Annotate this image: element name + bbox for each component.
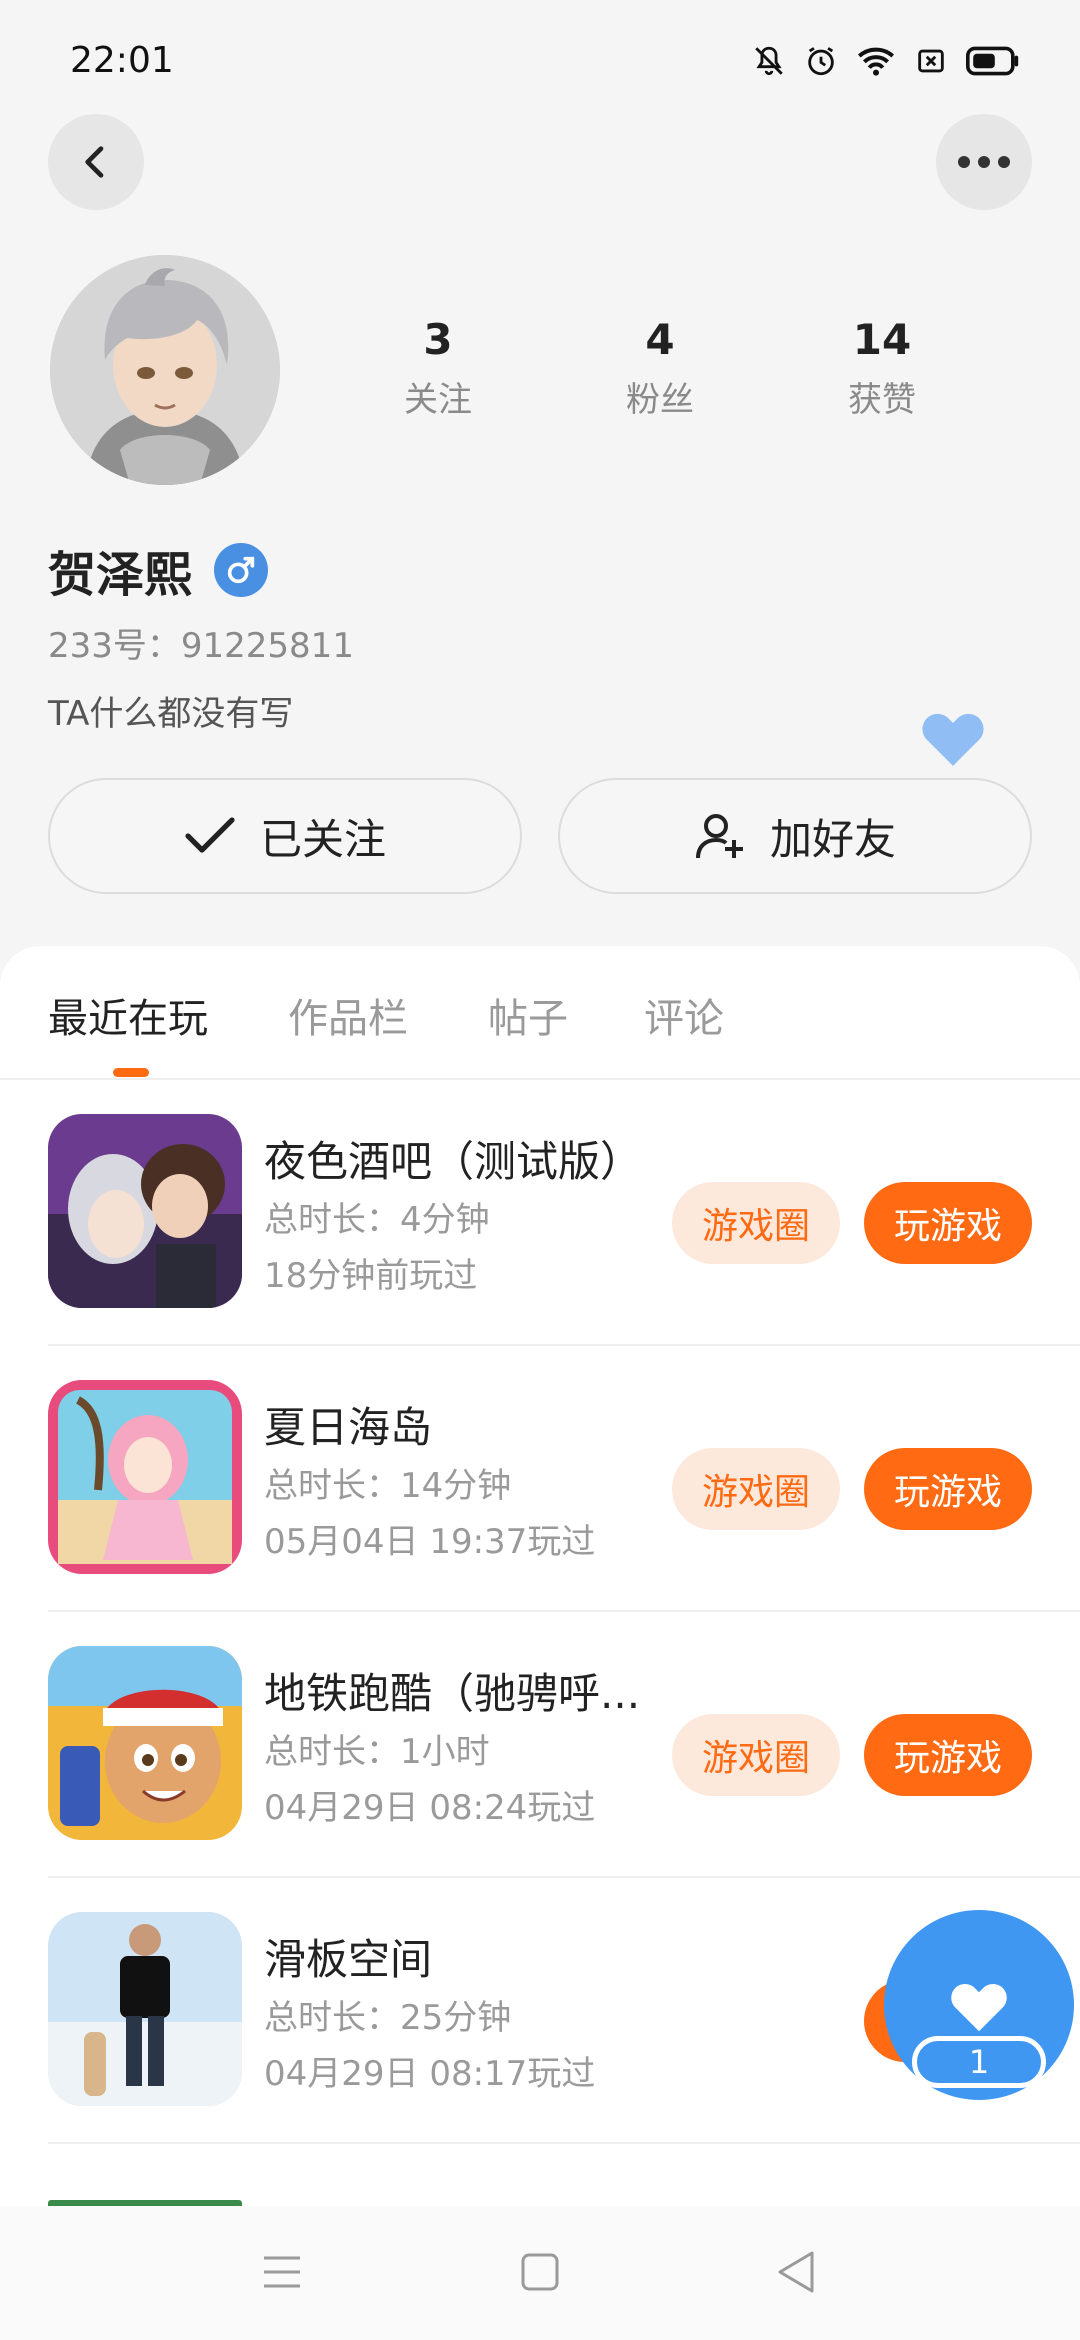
play-game-button[interactable]: 玩游戏 [864, 1448, 1032, 1530]
followed-button[interactable]: 已关注 [48, 778, 522, 894]
floating-heart-icon [920, 708, 986, 770]
tab-works[interactable]: 作品栏 [288, 986, 408, 1044]
back-button[interactable] [48, 114, 144, 210]
avatar[interactable] [50, 255, 280, 485]
game-circle-button[interactable]: 游戏圈 [672, 1448, 840, 1530]
battery-icon [966, 46, 1019, 76]
checkmark-icon [185, 817, 235, 853]
game-duration: 总时长：14分钟 [264, 1466, 512, 1506]
male-gender-icon [214, 543, 269, 597]
avatar-image [50, 255, 280, 485]
back-arrow-icon [85, 146, 104, 178]
system-nav-bar [0, 2206, 1080, 2340]
stat-label: 粉丝 [626, 380, 694, 420]
menu-icon[interactable] [262, 2254, 302, 2290]
nickname: 贺泽熙 [48, 547, 193, 603]
more-dots-icon [958, 156, 1010, 168]
list-item[interactable]: 夏日海岛 总时长：14分钟 05月04日 19:37玩过 游戏圈 玩游戏 [48, 1346, 1080, 1612]
game-duration: 总时长：25分钟 [264, 1998, 512, 2038]
home-icon[interactable] [520, 2252, 560, 2292]
sim-icon [918, 49, 944, 73]
list-item[interactable]: 地铁跑酷（驰骋呼... 总时长：1小时 04月29日 08:24玩过 游戏圈 玩… [48, 1612, 1080, 1878]
game-title: 夜色酒吧（测试版） [264, 1137, 643, 1186]
stat-likes[interactable]: 14 获赞 [802, 315, 962, 421]
wifi-icon [858, 47, 894, 76]
status-icons [752, 44, 1020, 78]
game-icon-subway-surfers[interactable] [48, 1646, 242, 1840]
game-title: 地铁跑酷（驰骋呼... [264, 1669, 641, 1718]
status-time: 22:01 [70, 40, 174, 81]
game-last-played: 04月29日 08:24玩过 [264, 1788, 596, 1828]
list-item[interactable]: 夜色酒吧（测试版） 总时长：4分钟 18分钟前玩过 游戏圈 玩游戏 [48, 1080, 1080, 1346]
game-icon-summer-island[interactable] [48, 1380, 242, 1574]
tab-recent-play[interactable]: 最近在玩 [48, 986, 208, 1044]
tab-comments[interactable]: 评论 [644, 986, 724, 1044]
profile-name-row: 贺泽熙 [48, 535, 269, 605]
add-person-icon [695, 814, 743, 859]
game-icon-nightbar[interactable] [48, 1114, 242, 1308]
more-button[interactable] [936, 114, 1032, 210]
play-game-button[interactable]: 玩游戏 [864, 1182, 1032, 1264]
game-circle-button[interactable]: 游戏圈 [672, 1182, 840, 1264]
game-last-played: 18分钟前玩过 [264, 1256, 478, 1296]
stat-label: 关注 [404, 380, 472, 420]
add-friend-label: 加好友 [769, 814, 896, 864]
game-title: 夏日海岛 [264, 1403, 433, 1452]
mute-bell-icon [755, 46, 783, 76]
game-last-played: 05月04日 19:37玩过 [264, 1522, 596, 1562]
tab-indicator [113, 1068, 149, 1077]
alarm-icon [808, 47, 834, 76]
tab-bar: 最近在玩 作品栏 帖子 评论 [0, 946, 1080, 1080]
divider [48, 2142, 1080, 2144]
game-circle-button[interactable]: 游戏圈 [672, 1714, 840, 1796]
game-last-played: 04月29日 08:17玩过 [264, 2054, 596, 2094]
like-count-badge: 1 [912, 2036, 1046, 2088]
stat-value: 3 [423, 315, 453, 364]
tab-posts[interactable]: 帖子 [488, 986, 568, 1044]
bio: TA什么都没有写 [48, 694, 294, 734]
game-duration: 总时长：1小时 [264, 1732, 490, 1772]
play-game-button[interactable]: 玩游戏 [864, 1714, 1032, 1796]
game-icon-skate-space[interactable] [48, 1912, 242, 2106]
followed-label: 已关注 [259, 814, 386, 864]
nav-back-icon[interactable] [776, 2250, 816, 2294]
stat-value: 4 [645, 315, 675, 364]
game-duration: 总时长：4分钟 [264, 1200, 490, 1240]
stat-label: 获赞 [848, 380, 916, 420]
add-friend-button[interactable]: 加好友 [558, 778, 1032, 894]
user-id: 233号：91225811 [48, 626, 354, 666]
stat-followers[interactable]: 4 粉丝 [580, 315, 740, 421]
stat-value: 14 [852, 315, 912, 364]
heart-icon [951, 1983, 1007, 2032]
stat-following[interactable]: 3 关注 [358, 315, 518, 421]
game-title: 滑板空间 [264, 1935, 433, 1984]
